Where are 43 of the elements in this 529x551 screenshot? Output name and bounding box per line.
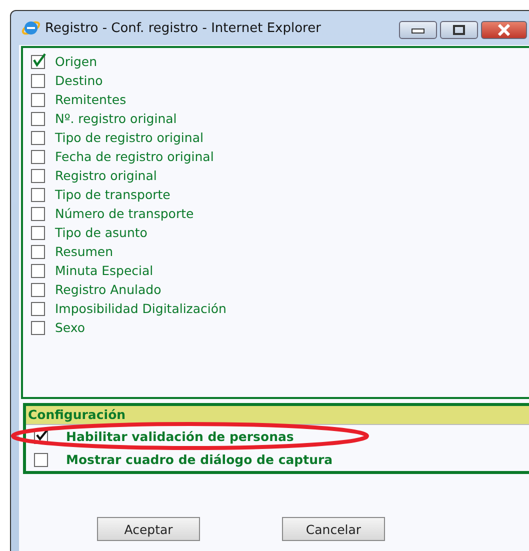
checkbox[interactable] <box>31 74 45 88</box>
maximize-icon <box>453 25 465 35</box>
field-label: Número de transporte <box>55 206 194 221</box>
checkbox[interactable] <box>31 188 45 202</box>
field-label: Registro Anulado <box>55 282 162 297</box>
window-title: Registro - Conf. registro - Internet Explorer <box>45 20 321 36</box>
checkbox[interactable] <box>31 168 45 182</box>
option-label: Habilitar validación de personas <box>66 429 294 444</box>
checkbox[interactable] <box>31 54 45 68</box>
checkbox[interactable] <box>31 130 45 144</box>
checkbox[interactable] <box>34 452 48 466</box>
dialog-button[interactable]: Aceptar <box>97 517 200 541</box>
field-label: Sexo <box>55 320 86 335</box>
field-label: Tipo de asunto <box>55 225 148 240</box>
close-button[interactable] <box>481 21 527 39</box>
checkbox[interactable] <box>31 112 45 126</box>
minimize-icon <box>411 26 425 34</box>
checkbox[interactable] <box>31 226 45 240</box>
field-label: Remitentes <box>55 92 126 107</box>
minimize-button[interactable] <box>399 21 437 39</box>
maximize-button[interactable] <box>440 21 478 39</box>
field-label: Nº. registro original <box>55 111 177 126</box>
option-label: Mostrar cuadro de diálogo de captura <box>66 452 333 467</box>
checkbox[interactable] <box>31 282 45 296</box>
section-header: Configuración <box>26 406 529 425</box>
field-label: Tipo de registro original <box>55 130 204 145</box>
close-icon <box>497 24 511 36</box>
field-label: Destino <box>55 73 103 88</box>
field-label: Minuta Especial <box>55 263 154 278</box>
field-label: Origen <box>55 54 97 69</box>
checkbox[interactable] <box>31 244 45 258</box>
checkbox[interactable] <box>31 150 45 164</box>
field-label: Imposibilidad Digitalización <box>55 301 226 316</box>
field-label: Fecha de registro original <box>55 149 214 164</box>
checkbox[interactable] <box>31 320 45 334</box>
dialog-button[interactable]: Cancelar <box>282 517 385 541</box>
field-label: Resumen <box>55 244 114 259</box>
checkbox[interactable] <box>31 302 45 316</box>
field-label: Tipo de transporte <box>55 187 170 202</box>
field-label: Registro original <box>55 168 157 183</box>
checkbox[interactable] <box>31 92 45 106</box>
checkbox[interactable] <box>31 206 45 220</box>
checkbox[interactable] <box>31 264 45 278</box>
